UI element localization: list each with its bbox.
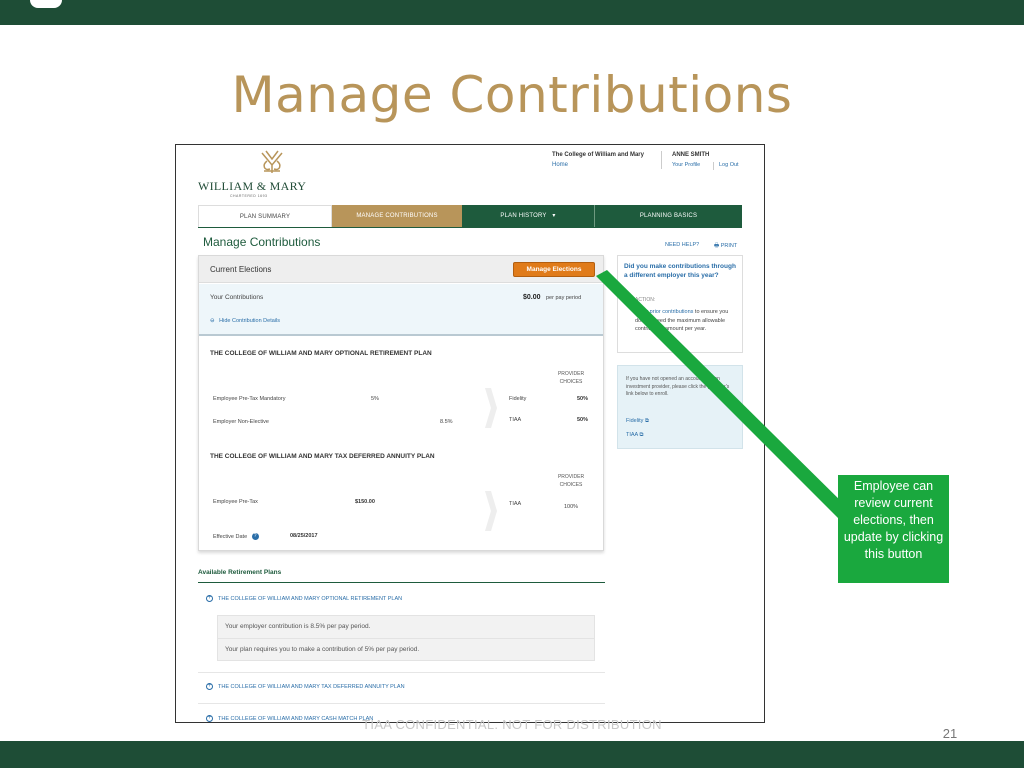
effective-date-label: Effective Date ?	[213, 533, 259, 540]
plan2-row1-provider: TIAA	[509, 501, 522, 507]
callout-box: Employee can review current elections, t…	[838, 475, 949, 583]
effective-date-value: 08/25/2017	[290, 533, 318, 539]
tiaa-logo-icon	[30, 0, 62, 8]
your-profile-link[interactable]: Your Profile	[672, 162, 700, 168]
plan1-title: THE COLLEGE OF WILLIAM AND MARY OPTIONAL…	[210, 350, 432, 357]
available-plans-underline	[198, 582, 605, 583]
screenshot-frame: WILLIAM & MARY CHARTERED 1693 The Colleg…	[175, 144, 765, 723]
tab-plan-history[interactable]: PLAN HISTORY ▾	[462, 205, 594, 227]
expand-icon: +	[206, 715, 213, 722]
log-out-link[interactable]: Log Out	[719, 162, 739, 168]
cipher-icon	[261, 150, 283, 173]
nav-underline	[198, 227, 742, 228]
college-name: The College of William and Mary	[552, 152, 644, 158]
row-divider-chevron-icon	[485, 388, 497, 428]
plan2-title: THE COLLEGE OF WILLIAM AND MARY TAX DEFE…	[210, 453, 435, 460]
collapse-icon: ⊖	[210, 318, 215, 324]
available-plan-tda-label: THE COLLEGE OF WILLIAM AND MARY TAX DEFE…	[218, 683, 405, 690]
slide-title: Manage Contributions	[231, 66, 793, 124]
available-plan-cash-match-label: THE COLLEGE OF WILLIAM AND MARY CASH MAT…	[218, 715, 374, 722]
external-link-icon: ⧉	[639, 432, 644, 438]
plan1-row2-value: 8.5%	[440, 419, 453, 425]
expand-icon: +	[206, 595, 213, 602]
plan1-row1-provider: Fidelity	[509, 396, 527, 402]
fidelity-link-label: Fidelity	[626, 418, 644, 424]
plan1-row2-label: Employer Non-Elective	[213, 419, 269, 425]
bottom-bar	[0, 741, 1024, 768]
available-plans-title: Available Retirement Plans	[198, 569, 282, 576]
effective-date-text: Effective Date	[213, 533, 248, 540]
contribution-amount: $0.00	[523, 294, 541, 301]
plan1-row2-provider: TIAA	[509, 417, 522, 423]
tiaa-link-label: TIAA	[626, 432, 638, 438]
link-divider	[713, 162, 714, 170]
plan1-row1-label: Employee Pre-Tax Mandatory	[213, 396, 286, 402]
plan2-row1-pct: 100%	[564, 504, 579, 510]
row-divider	[198, 672, 605, 673]
printer-icon: 🖶	[714, 243, 720, 249]
fidelity-enroll-link[interactable]: Fidelity ⧉	[626, 418, 649, 425]
per-pay-period-label: per pay period	[546, 295, 582, 301]
user-name: ANNE SMITH	[672, 152, 710, 158]
tab-plan-history-label: PLAN HISTORY	[500, 213, 547, 219]
required-contribution-note: Your plan requires you to make a contrib…	[225, 646, 420, 653]
tab-manage-contributions[interactable]: MANAGE CONTRIBUTIONS	[332, 205, 462, 227]
open-account-text: If you have not opened an account with a…	[626, 376, 730, 397]
confidential-footer: TIAA CONFIDENTIAL. NOT FOR DISTRIBUTION	[362, 717, 662, 732]
hide-details-label: Hide Contribution Details	[219, 318, 280, 324]
help-icon[interactable]: ?	[251, 533, 259, 540]
logo-subtitle: CHARTERED 1693	[230, 194, 268, 198]
external-link-icon: ⧉	[644, 418, 649, 424]
plan1-row1-pct: 50%	[577, 396, 589, 402]
plan2-row1-label: Employee Pre-Tax	[213, 499, 258, 505]
prior-contributions-title: Did you make contributions through a dif…	[624, 263, 736, 279]
plan-notes-box: Your employer contribution is 8.5% per p…	[217, 615, 595, 661]
chevron-down-icon: ▾	[552, 213, 556, 219]
main-nav: PLAN SUMMARY MANAGE CONTRIBUTIONS PLAN H…	[198, 205, 742, 227]
tab-planning-basics[interactable]: PLANNING BASICS	[594, 205, 742, 227]
note-divider	[218, 638, 594, 639]
print-label: PRINT	[720, 243, 738, 249]
home-link[interactable]: Home	[552, 162, 568, 168]
hide-details-toggle[interactable]: ⊖ Hide Contribution Details	[210, 318, 280, 324]
row-divider-chevron-icon	[485, 491, 497, 531]
plan2-row1-value: $150.00	[355, 499, 375, 505]
page-number: 21	[942, 726, 958, 741]
open-account-box: If you have not opened an account with a…	[617, 365, 743, 449]
prior-contributions-box: Did you make contributions through a dif…	[617, 255, 743, 353]
available-plan-orp-label: THE COLLEGE OF WILLIAM AND MARY OPTIONAL…	[218, 595, 403, 602]
available-plan-cash-match[interactable]: + THE COLLEGE OF WILLIAM AND MARY CASH MA…	[206, 715, 373, 722]
current-elections-panel: Current Elections Manage Elections Your …	[198, 255, 604, 551]
enter-prior-contributions-link[interactable]: Enter prior contributions	[635, 309, 693, 315]
panel-header: Current Elections Manage Elections	[199, 256, 603, 283]
logo-wordmark: WILLIAM & MARY	[198, 179, 307, 193]
manage-elections-button[interactable]: Manage Elections	[513, 262, 595, 277]
available-plan-orp[interactable]: + THE COLLEGE OF WILLIAM AND MARY OPTIONA…	[206, 595, 402, 602]
plan1-provider-header: PROVIDER CHOICES	[557, 371, 585, 385]
header-divider	[661, 151, 662, 169]
row-divider	[198, 703, 605, 704]
plan1-row2-pct: 50%	[577, 417, 589, 423]
print-link[interactable]: 🖶 PRINT	[714, 242, 737, 251]
top-bar	[0, 0, 1024, 25]
warning-icon	[624, 296, 630, 302]
contributions-summary: Your Contributions $0.00 per pay period …	[199, 284, 603, 336]
tiaa-enroll-link[interactable]: TIAA ⧉	[626, 432, 643, 439]
panel-title: Current Elections	[210, 265, 272, 274]
action-label: ACTION:	[635, 297, 656, 303]
available-plan-tda[interactable]: + THE COLLEGE OF WILLIAM AND MARY TAX DEF…	[206, 683, 405, 690]
plan1-row1-value: 5%	[371, 396, 379, 402]
your-contributions-label: Your Contributions	[210, 294, 264, 301]
plan2-provider-header: PROVIDER CHOICES	[557, 474, 585, 488]
tab-plan-summary[interactable]: PLAN SUMMARY	[198, 205, 332, 227]
action-text: Enter prior contributions to ensure you …	[635, 308, 741, 334]
page-heading: Manage Contributions	[203, 235, 321, 249]
expand-icon: +	[206, 683, 213, 690]
need-help-link[interactable]: NEED HELP?	[665, 242, 699, 248]
employer-contribution-note: Your employer contribution is 8.5% per p…	[225, 623, 371, 630]
slide: Manage Contributions WILLIAM & MARY CHAR…	[0, 0, 1024, 768]
